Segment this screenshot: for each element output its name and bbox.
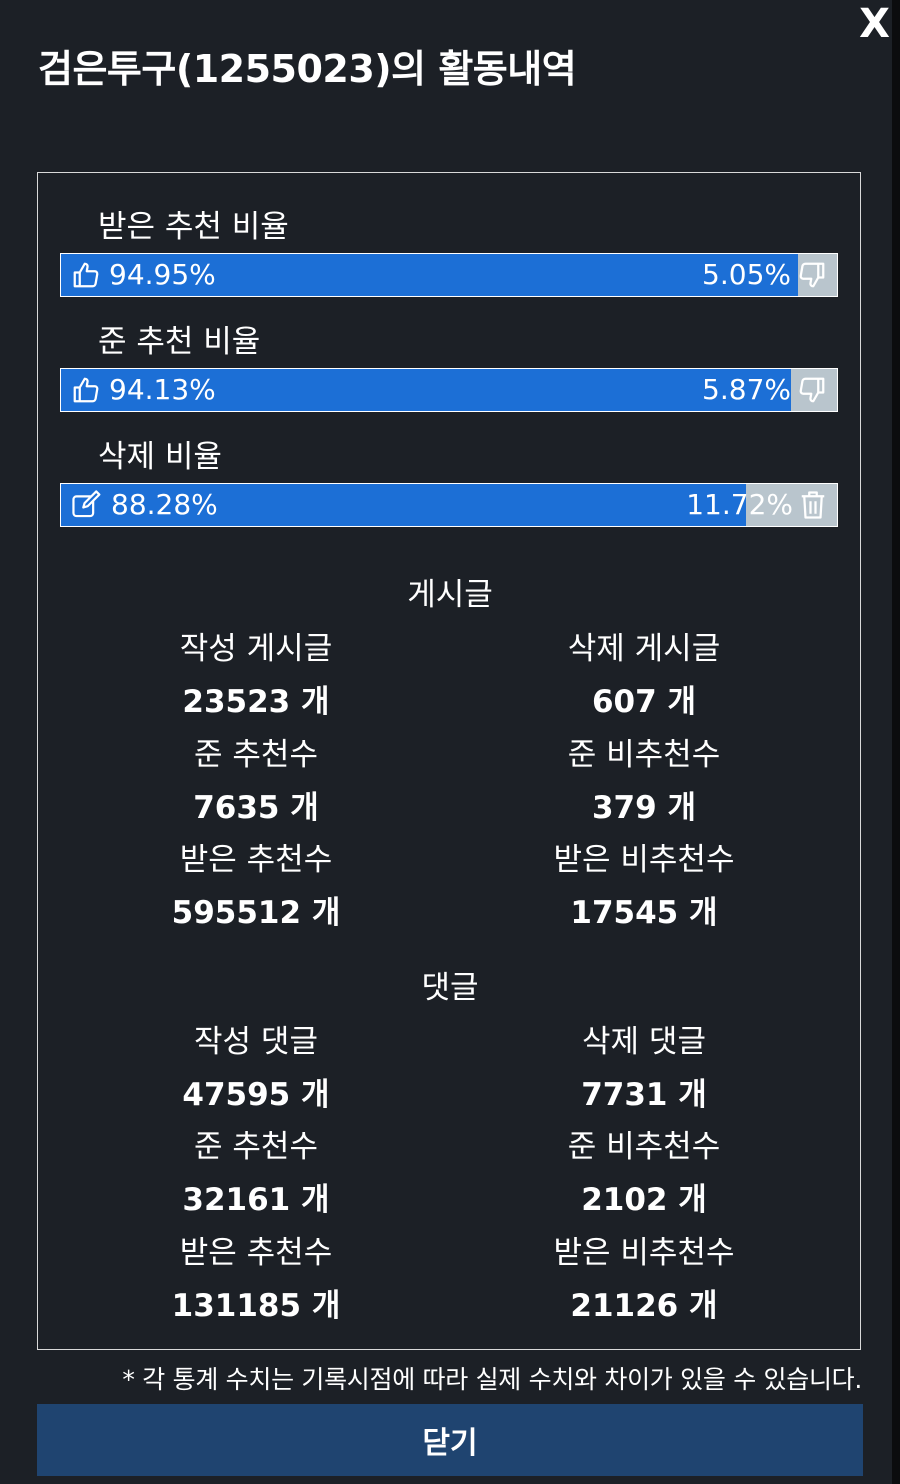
comments-given-downvotes-label: 준 비추천수 (567, 1129, 721, 1165)
edit-icon (71, 489, 103, 520)
posts-section-title: 게시글 (407, 577, 493, 613)
written-comments-value: 47595 개 (182, 1077, 330, 1113)
ratio-left-value: 94.95% (109, 258, 216, 291)
ratio-right-value: 5.05% (702, 258, 791, 291)
comments-received-downvotes-label: 받은 비추천수 (553, 1235, 735, 1271)
written-posts-value: 23523 개 (182, 684, 330, 720)
posts-received-upvotes-label: 받은 추천수 (179, 842, 333, 878)
ratio-left-value: 88.28% (111, 488, 218, 521)
posts-received-downvotes-value: 17545 개 (570, 895, 718, 931)
ratio-right: 11.72% (686, 484, 827, 525)
close-icon[interactable]: X (859, 2, 890, 46)
scrollbar-track (892, 0, 900, 1484)
comments-given-downvotes-value: 2102 개 (581, 1182, 707, 1218)
ratio-left: 88.28% (71, 484, 218, 525)
thumbs-down-icon (797, 260, 827, 290)
ratio-right-value: 11.72% (686, 488, 793, 521)
ratio-left: 94.95% (71, 254, 216, 295)
deleted-comments-label: 삭제 댓글 (582, 1024, 706, 1060)
ratio-left-value: 94.13% (109, 373, 216, 406)
ratio-label-received-votes: 받은 추천 비율 (98, 209, 289, 245)
thumbs-up-icon (71, 375, 101, 405)
ratio-bar-given-votes: 94.13% 5.87% (60, 368, 838, 412)
comments-given-upvotes-value: 32161 개 (182, 1182, 330, 1218)
written-comments-label: 작성 댓글 (194, 1024, 318, 1060)
posts-given-upvotes-value: 7635 개 (193, 790, 319, 826)
trash-icon (799, 490, 827, 520)
comments-section-title: 댓글 (421, 970, 479, 1006)
modal-title: 검은투구(1255023)의 활동내역 (38, 47, 577, 91)
deleted-posts-label: 삭제 게시글 (567, 631, 721, 667)
stats-notice: * 각 통계 수치는 기록시점에 따라 실제 수치와 차이가 있을 수 있습니다… (122, 1365, 862, 1394)
written-posts-label: 작성 게시글 (179, 631, 333, 667)
deleted-posts-value: 607 개 (591, 684, 697, 720)
deleted-comments-value: 7731 개 (581, 1077, 707, 1113)
ratio-label-deletion: 삭제 비율 (98, 439, 222, 475)
ratio-bar-received-votes: 94.95% 5.05% (60, 253, 838, 297)
thumbs-up-icon (71, 260, 101, 290)
posts-received-upvotes-value: 595512 개 (171, 895, 341, 931)
comments-received-downvotes-value: 21126 개 (570, 1288, 718, 1324)
ratio-bar-deletion: 88.28% 11.72% (60, 483, 838, 527)
ratio-left: 94.13% (71, 369, 216, 410)
ratio-label-given-votes: 준 추천 비율 (98, 324, 261, 360)
comments-given-upvotes-label: 준 추천수 (194, 1129, 318, 1165)
comments-received-upvotes-label: 받은 추천수 (179, 1235, 333, 1271)
posts-received-downvotes-label: 받은 비추천수 (553, 842, 735, 878)
activity-panel: 받은 추천 비율 94.95% 5.05% 준 추천 비율 94.13% 5.8… (37, 172, 861, 1350)
thumbs-down-icon (797, 375, 827, 405)
posts-given-downvotes-label: 준 비추천수 (567, 737, 721, 773)
comments-received-upvotes-value: 131185 개 (171, 1288, 341, 1324)
close-button[interactable]: 닫기 (37, 1404, 863, 1476)
posts-given-upvotes-label: 준 추천수 (194, 737, 318, 773)
ratio-right: 5.05% (702, 254, 827, 295)
ratio-right: 5.87% (702, 369, 827, 410)
posts-given-downvotes-value: 379 개 (591, 790, 697, 826)
ratio-right-value: 5.87% (702, 373, 791, 406)
